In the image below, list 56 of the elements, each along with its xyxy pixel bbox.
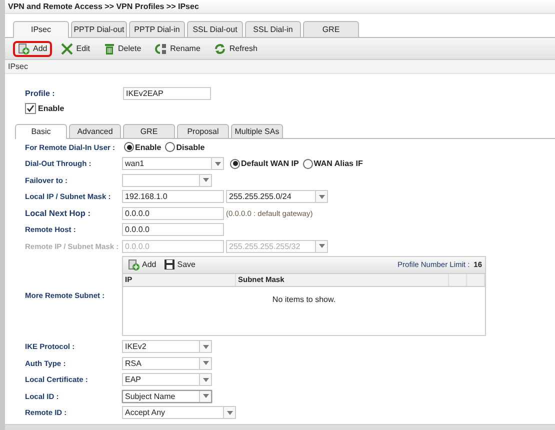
caret-icon (318, 244, 324, 248)
checkbox[interactable] (25, 103, 36, 114)
caret-icon (202, 361, 208, 366)
tab[interactable]: IPsec (13, 21, 69, 38)
toolbar-button[interactable]: Rename (150, 40, 206, 56)
dropdown[interactable]: Accept Any (122, 406, 236, 420)
ip-field[interactable]: 0.0.0.0 (122, 223, 224, 236)
tab[interactable]: GRE (303, 21, 359, 37)
save-icon (164, 259, 176, 270)
ip-field[interactable]: 0.0.0.0 (122, 206, 224, 220)
trash-icon (104, 42, 116, 54)
caret-icon (214, 162, 220, 166)
tab[interactable]: SSL Dial-in (245, 21, 301, 37)
toolbar-button[interactable]: Add (13, 40, 52, 56)
refresh-icon (214, 42, 226, 54)
tab[interactable]: Basic (15, 124, 67, 139)
toolbar-button[interactable]: Delete (99, 40, 146, 56)
caret-icon (202, 378, 208, 382)
rename-icon (155, 42, 168, 54)
ip-field[interactable]: 192.168.1.0 (122, 190, 224, 204)
caret-icon (202, 394, 208, 398)
toolbar-button[interactable]: Edit (56, 40, 96, 56)
field-label: Profile : (24, 88, 56, 98)
radio-option[interactable]: Enable (124, 142, 162, 152)
empty-message: No items to show. (272, 294, 336, 304)
dropdown[interactable]: IKEv2 (122, 340, 212, 354)
caret-icon (226, 410, 232, 415)
dropdown[interactable]: RSA (122, 356, 212, 370)
dropdown[interactable]: Subject Name (122, 390, 212, 403)
field-label: Local Next Hop : (25, 208, 92, 218)
dropdown[interactable]: EAP (122, 373, 212, 386)
radio-option[interactable]: WAN Alias IF (302, 158, 363, 169)
caret-icon (202, 344, 208, 349)
toolbar-button[interactable]: Refresh (209, 40, 262, 56)
tab[interactable]: Proposal (177, 124, 229, 138)
profile-field[interactable]: IKEv2EAP (123, 86, 211, 100)
tab[interactable]: PPTP Dial-in (129, 21, 185, 37)
tools-icon (61, 42, 74, 54)
dropdown[interactable]: wan1 (122, 157, 224, 170)
table-button[interactable]: Add (126, 258, 158, 270)
tab[interactable]: Advanced (69, 124, 121, 138)
tab[interactable]: PPTP Dial-out (71, 21, 127, 37)
dropdown[interactable]: 255.255.255.0/24 (226, 190, 328, 204)
section-title: IPsec (5, 60, 555, 74)
add-icon (18, 42, 30, 54)
table-button[interactable]: Save (162, 259, 198, 270)
breadcrumb-title: VPN and Remote Access >> VPN Profiles >> IPsec (5, 0, 555, 14)
caret-icon (202, 178, 208, 182)
radio-option[interactable]: Default WAN IP (230, 158, 299, 169)
tab[interactable]: GRE (123, 124, 175, 138)
tab[interactable]: SSL Dial-out (187, 21, 243, 37)
caret-icon (318, 194, 324, 199)
add-icon (128, 258, 140, 270)
radio-option[interactable]: Disable (165, 142, 205, 152)
tab[interactable]: Multiple SAs (231, 124, 283, 138)
checkbox-label: Enable (38, 104, 64, 113)
